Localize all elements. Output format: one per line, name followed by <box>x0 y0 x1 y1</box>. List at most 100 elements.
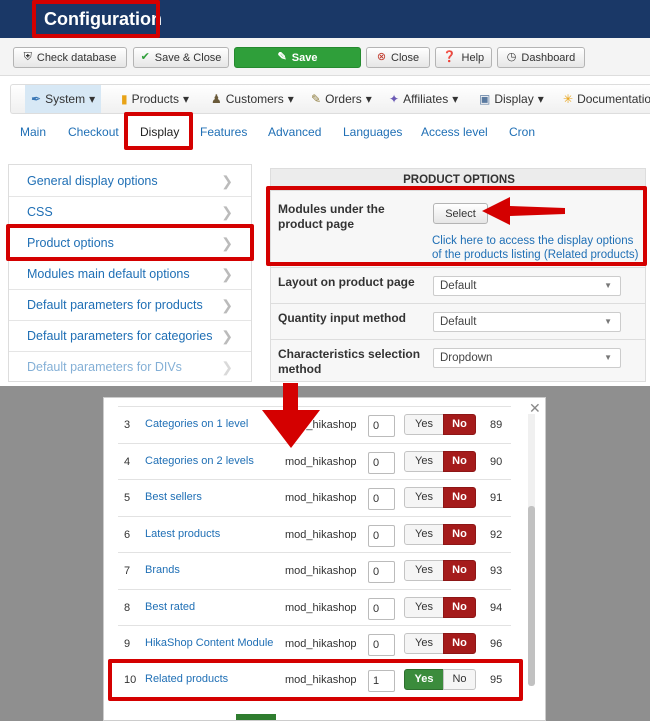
row-number: 6 <box>124 529 131 541</box>
select-modules-button[interactable]: Select <box>433 203 488 224</box>
caret-down-icon: ▾ <box>182 92 189 106</box>
chevron-right-icon: ❯ <box>221 172 233 189</box>
tab-advanced[interactable]: Advanced <box>268 125 321 139</box>
module-type: mod_hikashop <box>285 674 357 686</box>
tab-languages[interactable]: Languages <box>343 125 402 139</box>
help-label: Help <box>461 51 485 64</box>
ordering-input[interactable]: 0 <box>368 452 395 474</box>
modules-help-link[interactable]: Click here to access the display options… <box>432 234 642 262</box>
no-toggle[interactable]: No <box>443 597 476 618</box>
no-toggle[interactable]: No <box>443 524 476 545</box>
yes-toggle[interactable]: Yes <box>404 560 444 581</box>
check-icon: ✔ <box>140 51 150 63</box>
caret-down-icon: ▾ <box>365 92 372 106</box>
row-number: 10 <box>124 674 137 686</box>
list-item-general-display[interactable]: General display options ❯ <box>9 166 251 197</box>
no-toggle[interactable]: No <box>443 414 476 435</box>
layout-label: Layout on product page <box>278 275 415 289</box>
list-item-product-options[interactable]: Product options ❯ <box>9 228 251 259</box>
dashboard-label: Dashboard <box>521 51 576 64</box>
no-toggle[interactable]: No <box>443 487 476 508</box>
tab-checkout[interactable]: Checkout <box>68 125 119 139</box>
table-row: 10 Related products mod_hikashop 1 Yes N… <box>118 661 511 697</box>
yes-toggle[interactable]: Yes <box>404 524 444 545</box>
scrollbar-thumb[interactable] <box>528 506 535 686</box>
no-toggle[interactable]: No <box>443 633 476 654</box>
module-name-link[interactable]: Categories on 2 levels <box>145 455 254 467</box>
module-id: 94 <box>490 602 503 614</box>
chevron-right-icon: ❯ <box>221 265 233 282</box>
documentation-icon: ✳ <box>563 92 574 106</box>
module-type: mod_hikashop <box>285 602 357 614</box>
tab-display[interactable]: Display <box>140 125 179 139</box>
check-database-button[interactable]: ⛨ Check database <box>13 47 127 68</box>
module-name-link[interactable]: Latest products <box>145 528 220 540</box>
yes-toggle[interactable]: Yes <box>404 451 444 472</box>
customers-icon: ♟ <box>211 92 222 106</box>
ordering-input[interactable]: 0 <box>368 561 395 583</box>
list-item-default-categories[interactable]: Default parameters for categories ❯ <box>9 321 251 352</box>
tab-access-level[interactable]: Access level <box>421 125 488 139</box>
list-item-default-divs[interactable]: Default parameters for DIVs ❯ <box>9 352 251 381</box>
yes-toggle[interactable]: Yes <box>404 487 444 508</box>
yes-toggle[interactable]: Yes <box>404 669 444 690</box>
list-item-default-products[interactable]: Default parameters for products ❯ <box>9 290 251 321</box>
chevron-right-icon: ❯ <box>221 327 233 344</box>
tab-cron[interactable]: Cron <box>509 125 535 139</box>
caret-down-icon: ▼ <box>604 281 612 290</box>
list-item-modules-main-default[interactable]: Modules main default options ❯ <box>9 259 251 290</box>
list-item-css[interactable]: CSS ❯ <box>9 197 251 228</box>
ordering-input[interactable]: 0 <box>368 488 395 510</box>
menu-item-documentation[interactable]: ✳ Documentation <box>563 85 650 113</box>
menu-item-products[interactable]: ▮ Products ▾ <box>121 85 189 113</box>
yes-toggle[interactable]: Yes <box>404 597 444 618</box>
module-type: mod_hikashop <box>285 529 357 541</box>
module-name-link[interactable]: Categories on 1 level <box>145 418 248 430</box>
dashboard-button[interactable]: ◷ Dashboard <box>497 47 585 68</box>
save-close-button[interactable]: ✔ Save & Close <box>133 47 229 68</box>
help-button[interactable]: ❓ Help <box>435 47 492 68</box>
ordering-input[interactable]: 0 <box>368 525 395 547</box>
module-name-link[interactable]: HikaShop Content Module <box>145 637 273 649</box>
ordering-input[interactable]: 0 <box>368 415 395 437</box>
yes-toggle[interactable]: Yes <box>404 414 444 435</box>
check-database-label: Check database <box>36 51 117 64</box>
quantity-select[interactable]: Default ▼ <box>433 312 621 332</box>
ordering-input[interactable]: 0 <box>368 634 395 656</box>
characteristics-select[interactable]: Dropdown ▼ <box>433 348 621 368</box>
list-item-label: Product options <box>27 236 114 250</box>
close-button[interactable]: ⊗ Close <box>366 47 430 68</box>
ordering-input[interactable]: 0 <box>368 598 395 620</box>
row-number: 7 <box>124 565 131 577</box>
menu-item-affiliates[interactable]: ✦ Affiliates ▾ <box>389 85 458 113</box>
module-name-link[interactable]: Best rated <box>145 601 195 613</box>
ordering-input[interactable]: 1 <box>368 670 395 692</box>
menu-item-system[interactable]: ✒ System ▾ <box>25 85 102 113</box>
module-name-link[interactable]: Brands <box>145 564 180 576</box>
caret-down-icon: ▾ <box>287 92 294 106</box>
module-name-link[interactable]: Best sellers <box>145 491 202 503</box>
menu-label-display: Display <box>494 92 534 106</box>
layout-select[interactable]: Default ▼ <box>433 276 621 296</box>
modules-modal: ✕ 3 Categories on 1 level mod_hikashop 0… <box>103 397 546 721</box>
menu-item-display[interactable]: ▣ Display ▾ <box>479 85 544 113</box>
module-name-link[interactable]: Related products <box>145 673 228 685</box>
display-icon: ▣ <box>479 92 491 106</box>
tab-features[interactable]: Features <box>200 125 247 139</box>
module-id: 96 <box>490 638 503 650</box>
no-toggle[interactable]: No <box>443 669 476 690</box>
list-item-label: Default parameters for products <box>27 298 203 312</box>
select-label: Select <box>445 207 476 220</box>
characteristics-value: Dropdown <box>440 352 493 364</box>
menu-item-customers[interactable]: ♟ Customers ▾ <box>211 85 294 113</box>
orders-icon: ✎ <box>311 92 322 106</box>
page-title: Configuration <box>44 8 162 29</box>
menu-item-orders[interactable]: ✎ Orders ▾ <box>311 85 372 113</box>
no-toggle[interactable]: No <box>443 451 476 472</box>
product-options-panel: PRODUCT OPTIONS Modules under the produc… <box>270 168 646 382</box>
save-button[interactable]: ✎ Save <box>234 47 361 68</box>
tab-main[interactable]: Main <box>20 125 46 139</box>
no-toggle[interactable]: No <box>443 560 476 581</box>
yes-toggle[interactable]: Yes <box>404 633 444 654</box>
table-row: 8 Best rated mod_hikashop 0 Yes No 94 <box>118 589 511 625</box>
